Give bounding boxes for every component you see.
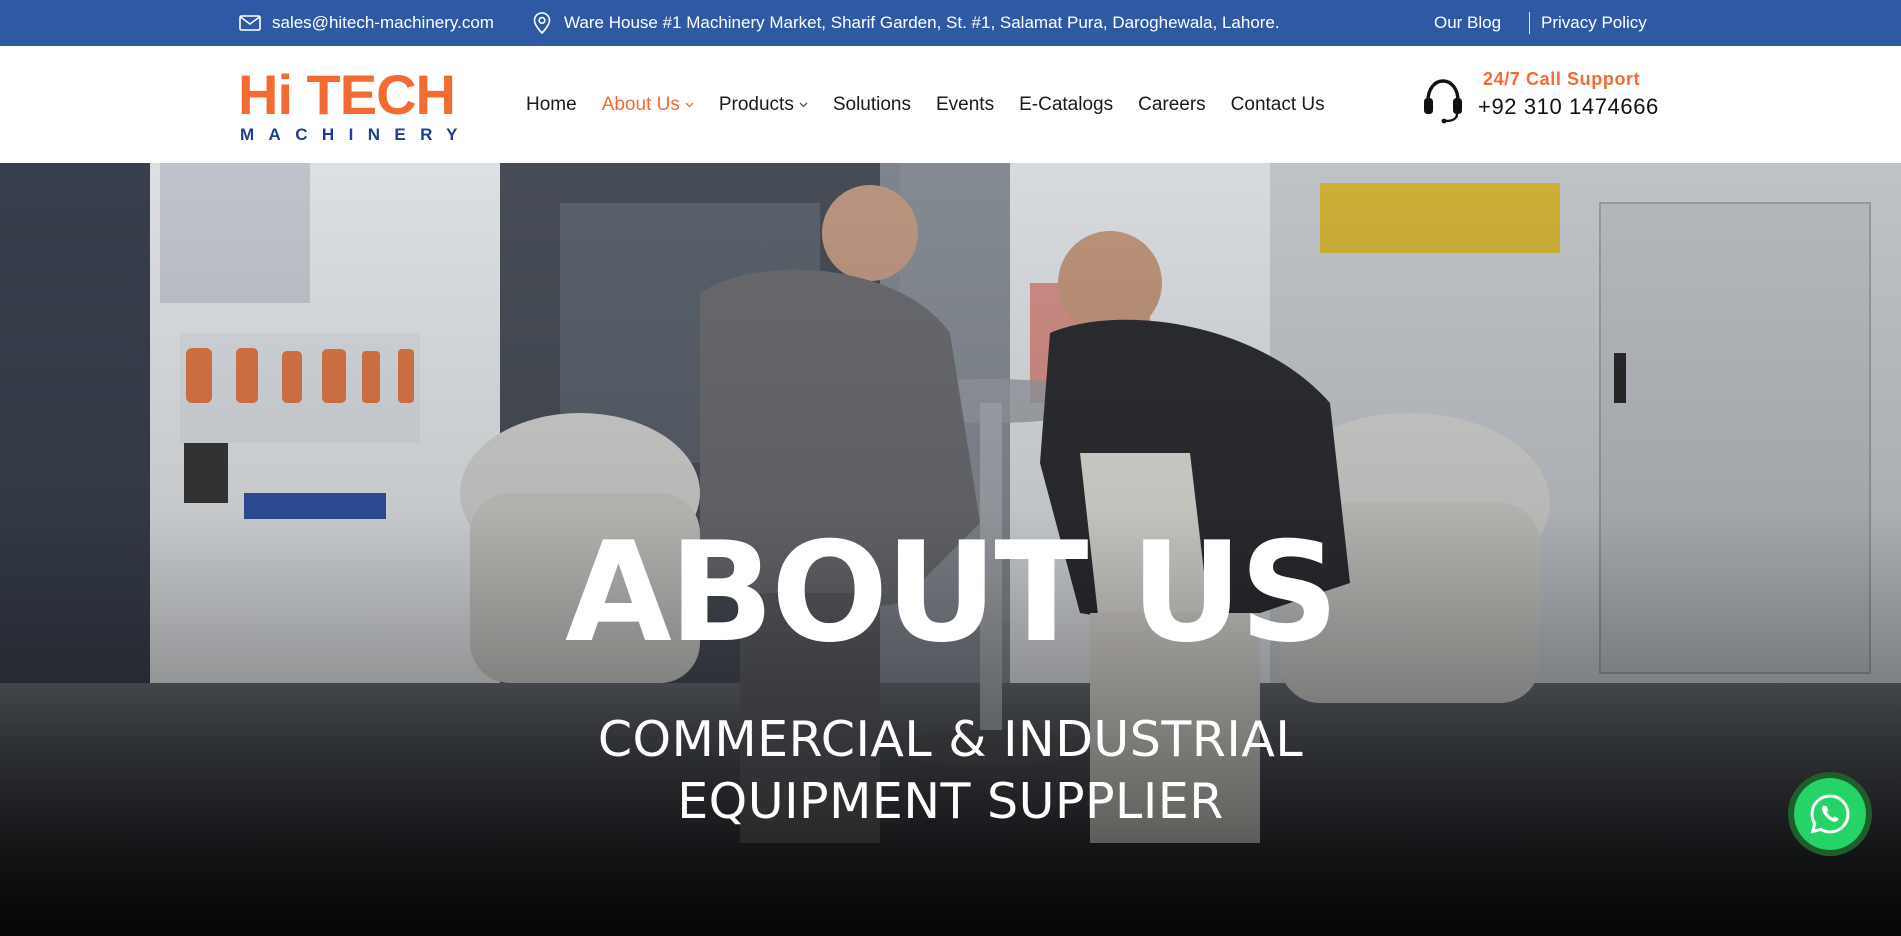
whatsapp-icon: [1794, 778, 1866, 850]
hero-subtitle-line-2: EQUIPMENT SUPPLIER: [677, 773, 1224, 830]
chevron-down-icon: [799, 100, 808, 109]
main-header: Hi TECH MACHINERY Home About Us Products…: [0, 46, 1901, 163]
privacy-policy-label[interactable]: Privacy Policy: [1541, 13, 1647, 33]
nav-item-label: Solutions: [832, 93, 911, 115]
mail-icon: [238, 11, 262, 35]
whatsapp-chat-button[interactable]: [1788, 772, 1872, 856]
nav-item-events[interactable]: Events: [936, 94, 994, 116]
email-contact[interactable]: sales@hitech-machinery.com: [238, 0, 494, 46]
address-info: Ware House #1 Machinery Market, Sharif G…: [530, 0, 1280, 46]
headset-icon: [1421, 74, 1465, 124]
support-label: 24/7 Call Support: [1483, 69, 1641, 89]
nav-item-label: Contact Us: [1230, 93, 1325, 115]
privacy-policy-link[interactable]: Privacy Policy: [1541, 0, 1647, 46]
logo-wordmark: Hi TECH: [238, 63, 456, 126]
nav-item-solutions[interactable]: Solutions: [833, 94, 911, 116]
nav-item-contact-us[interactable]: Contact Us: [1231, 94, 1325, 116]
site-logo[interactable]: Hi TECH MACHINERY: [238, 67, 468, 147]
nav-item-label: Careers: [1138, 93, 1206, 115]
hero-title: ABOUT US: [565, 512, 1339, 673]
nav-item-label: Home: [526, 93, 577, 115]
logo-tagline: MACHINERY: [240, 125, 472, 144]
hero-subtitle: COMMERCIAL & INDUSTRIAL EQUIPMENT SUPPLI…: [0, 709, 1901, 833]
nav-item-label: Products: [718, 93, 794, 115]
main-navigation: Home About Us Products Solutions Events …: [526, 46, 1325, 163]
hero-banner: ABOUT US COMMERCIAL & INDUSTRIAL EQUIPME…: [0, 163, 1901, 936]
support-phone[interactable]: +92 310 1474666: [1478, 94, 1659, 120]
nav-item-careers[interactable]: Careers: [1138, 94, 1206, 116]
nav-item-about-us[interactable]: About Us: [602, 94, 694, 116]
blog-link-label[interactable]: Our Blog: [1434, 13, 1501, 33]
nav-item-products[interactable]: Products: [719, 94, 808, 116]
call-support[interactable]: 24/7 Call Support +92 310 1474666: [1421, 68, 1661, 142]
nav-item-home[interactable]: Home: [526, 94, 577, 116]
nav-item-label: About Us: [601, 93, 680, 115]
topbar-divider: [1529, 12, 1530, 34]
address-text: Ware House #1 Machinery Market, Sharif G…: [564, 13, 1280, 32]
location-pin-icon: [530, 11, 554, 35]
chevron-down-icon: [685, 100, 694, 109]
nav-item-label: Events: [936, 93, 995, 115]
nav-item-label: E-Catalogs: [1019, 93, 1114, 115]
nav-item-e-catalogs[interactable]: E-Catalogs: [1019, 94, 1113, 116]
top-info-bar: sales@hitech-machinery.com Ware House #1…: [0, 0, 1901, 46]
blog-link[interactable]: Our Blog: [1434, 0, 1501, 46]
hero-subtitle-line-1: COMMERCIAL & INDUSTRIAL: [597, 711, 1304, 768]
email-text[interactable]: sales@hitech-machinery.com: [272, 13, 494, 33]
